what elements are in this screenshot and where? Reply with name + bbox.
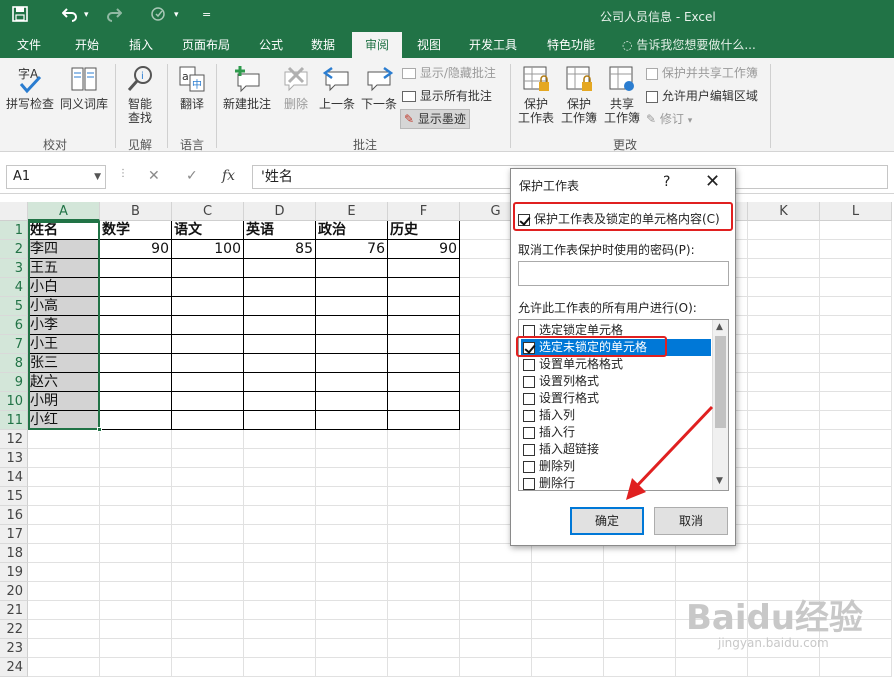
baidu-watermark: Baidu经验 jingyan.baidu.com [686,598,864,650]
annotation-arrow [626,405,714,500]
excel-window: ▾ ▾ = 公司人员信息 - Excel 文件 开始 插入 页面布局 公式 数据… [0,0,894,678]
